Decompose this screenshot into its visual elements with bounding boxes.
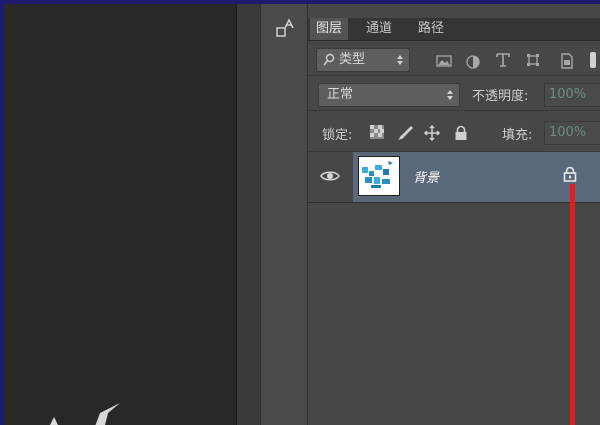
opacity-label: 不透明度: (472, 89, 529, 104)
image-filter-icon[interactable] (436, 55, 452, 67)
tab-channels[interactable]: 通道 (360, 18, 398, 40)
lock-all-icon[interactable] (454, 125, 468, 141)
layer-filter-row: 类型 (308, 41, 600, 76)
filter-toggle-icon[interactable] (588, 51, 598, 69)
blend-mode-dropdown[interactable]: 正常 (318, 83, 460, 107)
layer-name[interactable]: 背景 (413, 167, 439, 186)
blend-opacity-row: 正常 不透明度: 100% (308, 76, 600, 111)
shape-filter-icon[interactable] (526, 53, 540, 67)
blend-mode-value: 正常 (327, 87, 354, 102)
filter-kind-dropdown[interactable]: 类型 (316, 48, 410, 72)
layer-selected[interactable]: 背景 (353, 152, 600, 202)
filter-kind-label: 类型 (339, 52, 366, 67)
updown-arrows-icon (447, 90, 453, 100)
lock-icon (563, 166, 577, 182)
tab-layers[interactable]: 图层 (310, 18, 349, 40)
panel-tabs: 图层 通道 路径 (308, 18, 600, 41)
fill-label: 填充: (502, 128, 533, 143)
photoshop-window: 图层 通道 路径 类型 正常 不透明度: 100% 锁定: 填充: 100% 背… (4, 4, 600, 425)
updown-arrows-icon (397, 55, 403, 65)
canvas-artwork-fragment (50, 403, 120, 425)
layers-panel: 图层 通道 路径 类型 正常 不透明度: 100% 锁定: 填充: 100% 背… (308, 4, 600, 425)
smart-object-filter-icon[interactable] (560, 53, 574, 69)
panel-dock-gutter (236, 4, 261, 425)
lock-transparent-pixels-icon[interactable] (370, 125, 384, 139)
tab-paths[interactable]: 路径 (412, 18, 450, 40)
layer-row[interactable]: 背景 (308, 152, 600, 203)
type-filter-icon[interactable] (496, 53, 510, 67)
eye-icon[interactable] (320, 169, 340, 183)
fill-input[interactable]: 100% (544, 121, 600, 145)
thumbnail-artwork (362, 161, 393, 188)
adjustment-filter-icon[interactable] (466, 55, 480, 69)
collapsed-panel-strip (260, 4, 308, 425)
character-panel-icon[interactable] (275, 18, 297, 42)
layer-thumbnail[interactable] (358, 156, 400, 196)
lock-image-pixels-icon[interactable] (396, 125, 414, 141)
opacity-input[interactable]: 100% (544, 83, 600, 107)
lock-fill-row: 锁定: 填充: 100% (308, 111, 600, 152)
document-canvas[interactable] (4, 4, 236, 425)
lock-label: 锁定: (322, 128, 353, 143)
red-annotation-line (570, 184, 575, 425)
search-icon (323, 53, 335, 66)
lock-position-icon[interactable] (424, 125, 440, 141)
visibility-column[interactable] (308, 152, 352, 202)
